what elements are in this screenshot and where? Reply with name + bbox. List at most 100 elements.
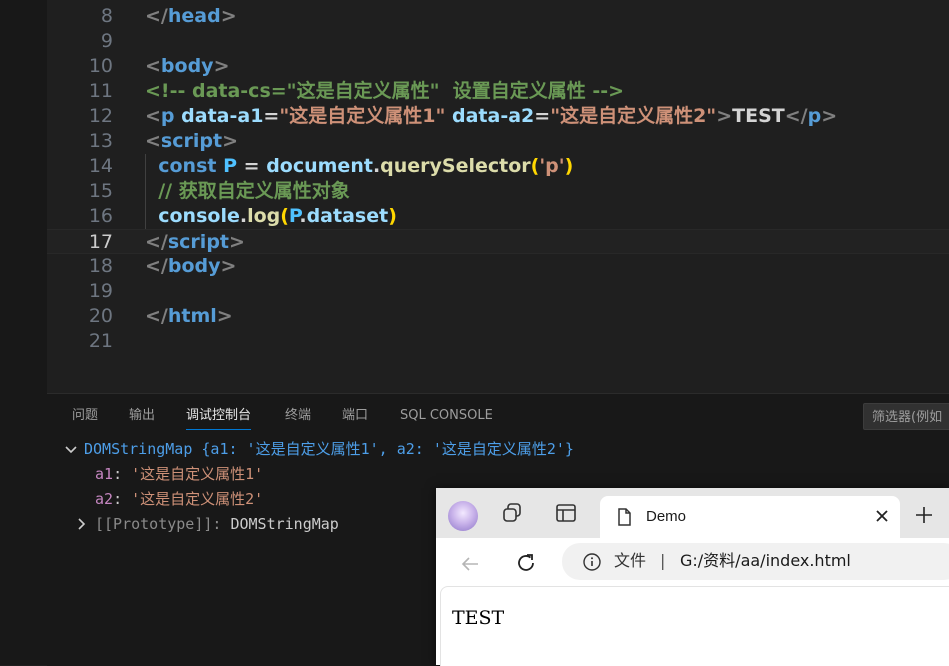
code-text: <body> [145, 54, 229, 79]
indent-guide [145, 154, 146, 229]
back-icon[interactable] [458, 552, 482, 576]
code-token: p [160, 105, 175, 127]
code-token: body [160, 55, 214, 77]
code-token: script [167, 231, 229, 253]
code-line[interactable]: 13 <script> [47, 129, 949, 154]
line-number: 21 [88, 330, 113, 352]
code-token: 'p' [539, 155, 565, 177]
tab-output[interactable]: 输出 [129, 408, 155, 424]
code-text: </html> [145, 304, 233, 329]
code-line[interactable]: 19 [47, 279, 949, 304]
tab-problems[interactable]: 问题 [72, 408, 98, 424]
browser-window: Demo 文件 | G:/资料/aa/index.html TEST [436, 488, 949, 666]
tab-sql-console[interactable]: SQL CONSOLE [400, 408, 493, 424]
chevron-down-icon[interactable] [62, 441, 80, 459]
code-token: < [145, 105, 161, 127]
page-text: TEST [452, 607, 505, 629]
code-line[interactable]: 9 [47, 29, 949, 54]
code-token: > [716, 105, 733, 127]
code-token: = [534, 105, 551, 127]
code-text: <p data-a1="这是自定义属性1" data-a2="这是自定义属性2"… [145, 104, 837, 129]
code-text: console.log(P.dataset) [145, 204, 397, 229]
browser-tab-demo[interactable]: Demo [600, 496, 900, 538]
close-icon[interactable] [872, 506, 892, 526]
code-line[interactable]: 10 <body> [47, 54, 949, 79]
code-token: console [158, 205, 240, 227]
code-line[interactable]: 21 [47, 329, 949, 354]
code-token: data-a2 [452, 105, 535, 127]
code-token: p [807, 105, 822, 127]
line-number: 16 [88, 205, 113, 227]
line-number: 8 [100, 5, 113, 27]
prop-value: '这是自定义属性1' [131, 465, 264, 483]
address-bar[interactable]: 文件 | G:/资料/aa/index.html [562, 543, 949, 580]
code-line[interactable]: 15 // 获取自定义属性对象 [47, 179, 949, 204]
line-number: 18 [88, 255, 113, 277]
line-number: 10 [88, 55, 113, 77]
new-tab-icon[interactable] [914, 505, 934, 525]
code-line[interactable]: 17 </script> [47, 229, 949, 254]
code-token: dataset [306, 205, 389, 227]
code-token: head [167, 5, 221, 27]
code-token: ) [564, 155, 574, 177]
tab-ports[interactable]: 端口 [342, 408, 368, 424]
code-editor[interactable]: 8 </head> 9 10 <body> 11 <!-- data-cs="这是自定义属性… [47, 0, 949, 393]
info-icon[interactable] [582, 552, 602, 572]
reload-icon[interactable] [514, 551, 538, 575]
address-scheme-label: 文件 [614, 551, 647, 570]
code-line[interactable]: 8 </head> [47, 4, 949, 29]
code-token: < [145, 55, 161, 77]
line-number: 15 [88, 180, 113, 202]
browser-page-content: TEST [440, 586, 949, 666]
code-token: const [158, 155, 217, 177]
code-text: <script> [145, 129, 238, 154]
code-token: body [167, 255, 221, 277]
address-separator: | [660, 551, 666, 570]
code-token: < [145, 130, 161, 152]
code-token: </ [145, 5, 168, 27]
code-token: P [288, 205, 300, 227]
console-prop-a2: a2: '这是自定义属性2' [95, 490, 264, 508]
console-filter-input[interactable]: 筛选器(例如 [863, 403, 949, 430]
line-number: 20 [88, 305, 113, 327]
tab-debug-console[interactable]: 调试控制台 [186, 408, 252, 430]
code-line[interactable]: 18 </body> [47, 254, 949, 279]
line-number: 13 [88, 130, 113, 152]
line-number: 19 [88, 280, 113, 302]
console-prototype[interactable]: [[Prototype]]: DOMStringMap [95, 512, 339, 537]
tab-terminal[interactable]: 终端 [285, 408, 311, 424]
code-line[interactable]: 20 </html> [47, 304, 949, 329]
prototype-value: DOMStringMap [230, 515, 339, 533]
code-token: log [247, 205, 281, 227]
code-token: P [223, 155, 238, 177]
line-number: 14 [88, 155, 113, 177]
code-token: document [266, 155, 373, 177]
code-text: const P = document.querySelector('p') [145, 154, 573, 179]
console-object-summary[interactable]: DOMStringMap {a1: '这是自定义属性1', a2: '这是自定义… [84, 437, 574, 462]
code-token: <!-- data-cs="这是自定义属性" 设置自定义属性 --> [145, 80, 625, 102]
code-token: > [229, 231, 245, 253]
code-line[interactable]: 12 <p data-a1="这是自定义属性1" data-a2="这是自定义属性… [47, 104, 949, 129]
browser-toolbar: 文件 | G:/资料/aa/index.html [436, 538, 949, 586]
code-line[interactable]: 14 const P = document.querySelector('p') [47, 154, 949, 179]
code-text: <!-- data-cs="这是自定义属性" 设置自定义属性 --> [145, 79, 624, 104]
code-token: > [216, 305, 233, 327]
line-number: 9 [100, 30, 113, 52]
code-token: TEST [732, 105, 785, 127]
code-token: = [237, 155, 267, 177]
page-icon [618, 508, 631, 526]
chevron-right-icon[interactable] [73, 515, 91, 533]
workspaces-icon[interactable] [501, 501, 525, 525]
line-number: 12 [88, 105, 113, 127]
tab-actions-icon[interactable] [554, 501, 578, 525]
code-token: = [263, 105, 280, 127]
code-token: . [299, 205, 307, 227]
code-token: querySelector [380, 155, 531, 177]
code-line[interactable]: 11 <!-- data-cs="这是自定义属性" 设置自定义属性 --> [47, 79, 949, 104]
code-token: </ [784, 105, 808, 127]
code-text: // 获取自定义属性对象 [145, 179, 350, 204]
code-line[interactable]: 16 console.log(P.dataset) [47, 204, 949, 229]
profile-avatar[interactable] [448, 501, 478, 531]
